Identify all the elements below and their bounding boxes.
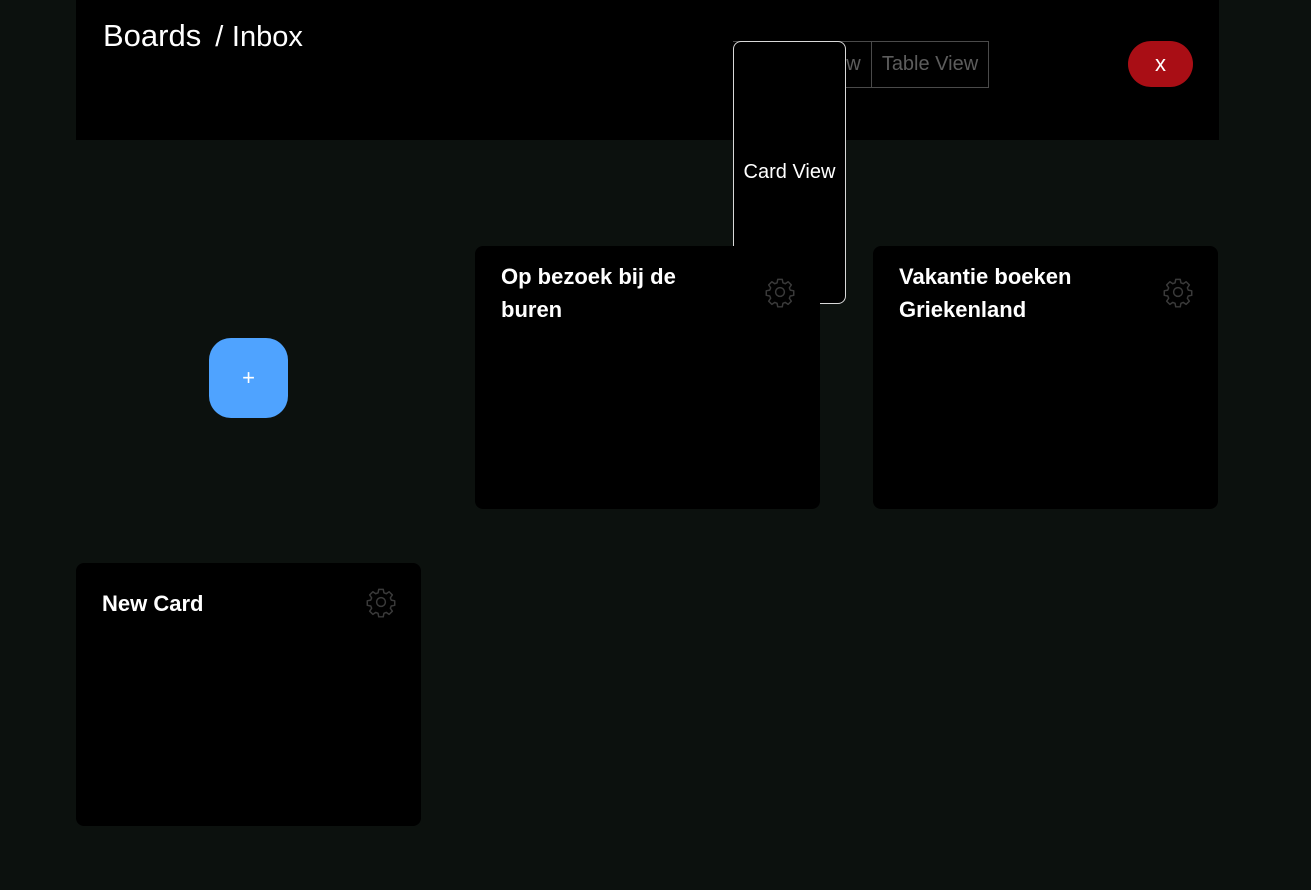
- gear-icon[interactable]: [764, 276, 796, 308]
- breadcrumb-boards-link[interactable]: Boards: [103, 18, 201, 53]
- breadcrumb: Boards / Inbox: [103, 18, 303, 54]
- card[interactable]: Vakantie boeken Griekenland: [873, 246, 1218, 509]
- add-card-button[interactable]: +: [209, 338, 288, 418]
- card[interactable]: Op bezoek bij de buren: [475, 246, 820, 509]
- breadcrumb-current: Inbox: [231, 21, 303, 53]
- view-switcher: Card View Kanban View Table View: [733, 41, 989, 304]
- top-header: Boards / Inbox Card View Kanban View Tabl…: [76, 0, 1219, 304]
- gear-icon[interactable]: [1162, 276, 1194, 308]
- gear-icon[interactable]: [365, 586, 397, 618]
- card-title: New Card: [102, 591, 204, 616]
- card-title: Vakantie boeken Griekenland: [899, 264, 1072, 322]
- table-view-button[interactable]: Table View: [872, 41, 989, 88]
- card[interactable]: New Card: [76, 563, 421, 826]
- breadcrumb-separator: /: [215, 21, 224, 53]
- card-title: Op bezoek bij de buren: [501, 264, 676, 322]
- close-button[interactable]: x: [1128, 41, 1193, 87]
